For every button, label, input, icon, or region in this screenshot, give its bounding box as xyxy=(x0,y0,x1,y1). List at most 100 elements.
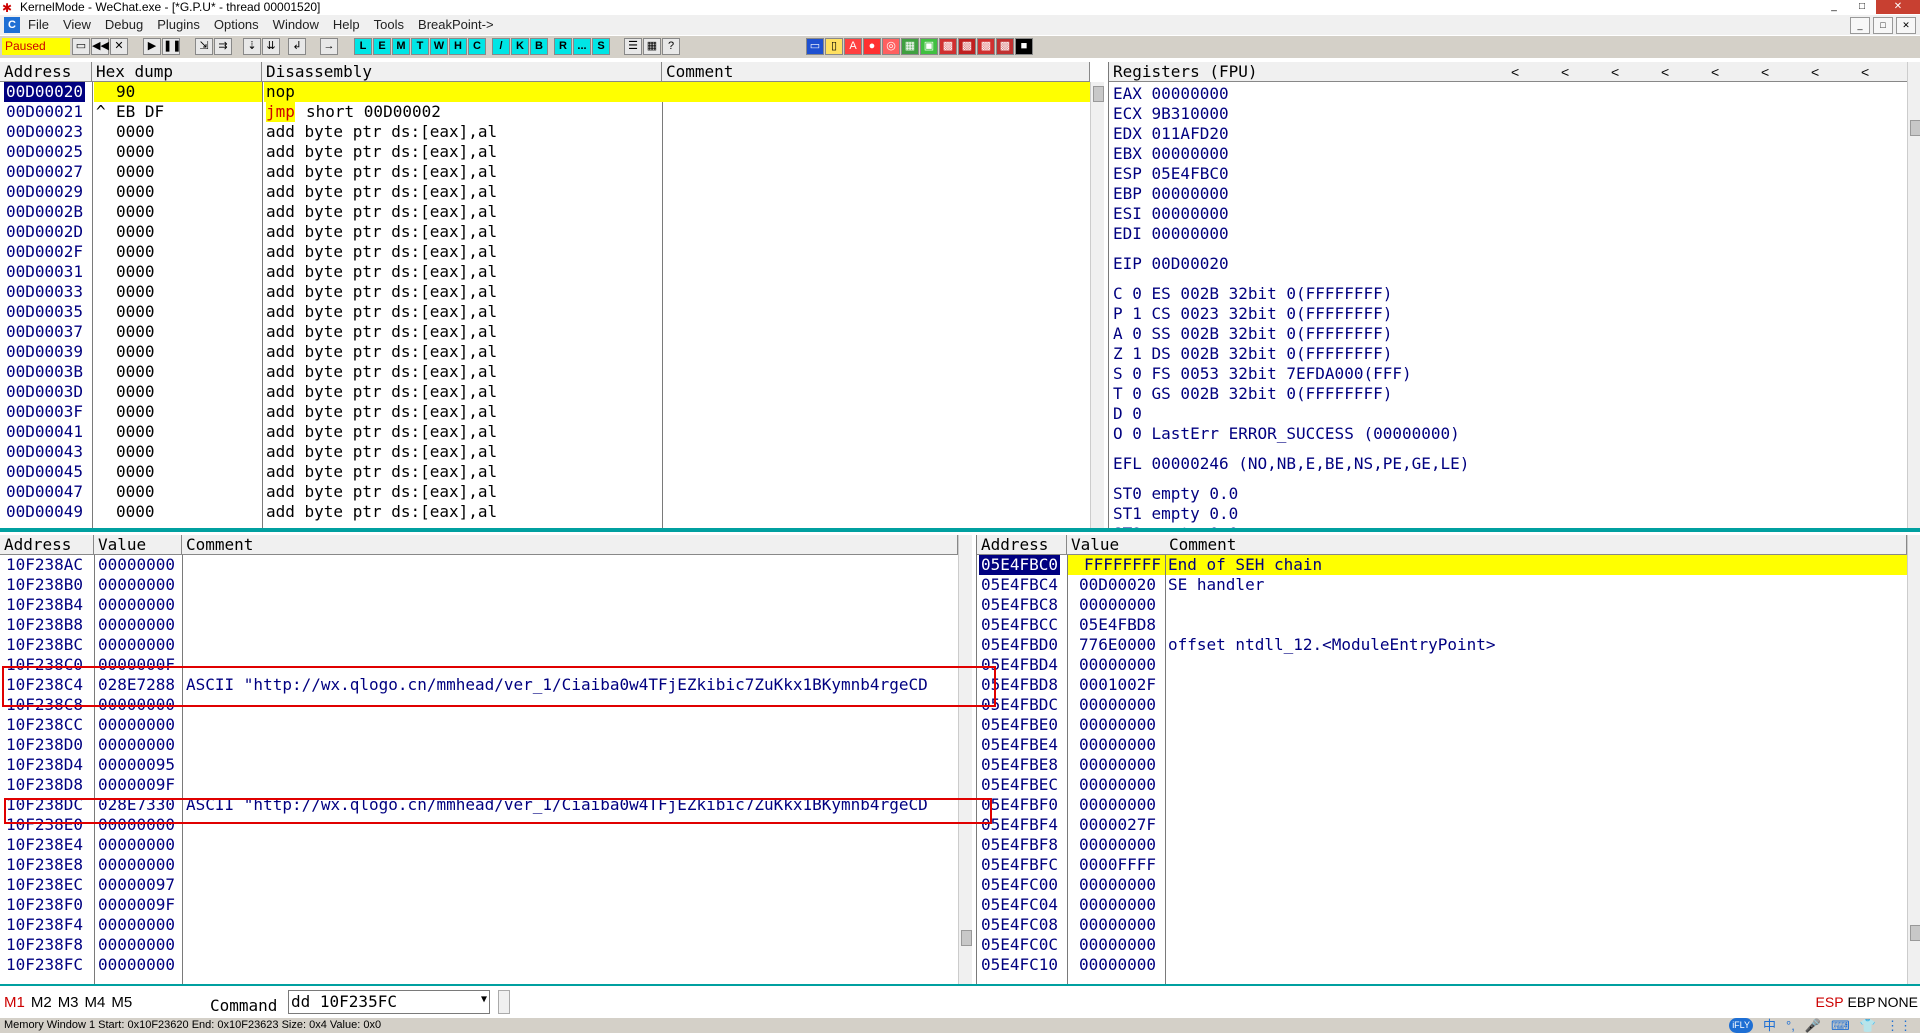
register-line[interactable]: S 0 FS 0053 32bit 7EFDA000(FFF) xyxy=(1113,364,1893,384)
disasm-row[interactable]: 00D0003F 0000 add byte ptr ds:[eax],al xyxy=(0,402,1090,422)
tab-m1[interactable]: M1 xyxy=(4,994,25,1011)
plugin-note-icon[interactable]: ▯ xyxy=(825,38,843,55)
plugin-a-icon[interactable]: A xyxy=(844,38,862,55)
ebp-tag[interactable]: EBP xyxy=(1848,994,1876,1010)
register-line[interactable]: ST0 empty 0.0 xyxy=(1113,484,1893,504)
stack-row[interactable]: 05E4FBC8 00000000 xyxy=(977,595,1907,615)
dump-scrollbar[interactable] xyxy=(958,535,972,984)
close-file-icon[interactable]: ✕ xyxy=(110,38,128,55)
tab-m5[interactable]: M5 xyxy=(111,994,132,1011)
run-icon[interactable]: ▶ xyxy=(143,38,161,55)
dump-row[interactable]: 10F238F4 00000000 xyxy=(0,915,958,935)
mdi-restore-button[interactable]: □ xyxy=(1873,17,1893,34)
source-button[interactable]: S xyxy=(592,38,610,55)
plugin-grid-icon[interactable]: ▦ xyxy=(901,38,919,55)
step-into-icon[interactable]: ⇲ xyxy=(195,38,213,55)
disasm-row[interactable]: 00D0002B 0000 add byte ptr ds:[eax],al xyxy=(0,202,1090,222)
scroll-left-icon[interactable]: < xyxy=(1811,62,1819,82)
register-line[interactable]: D 0 xyxy=(1113,404,1893,424)
none-tag[interactable]: NONE xyxy=(1878,994,1918,1010)
help-button[interactable]: ? xyxy=(662,38,680,55)
dump-row[interactable]: 10F238C4 028E7288 ASCII "http://wx.qlogo.c… xyxy=(0,675,958,695)
command-input[interactable]: dd 10F235FC xyxy=(291,992,397,1011)
stack-row[interactable]: 05E4FBE8 00000000 xyxy=(977,755,1907,775)
step-over-icon[interactable]: ⇉ xyxy=(214,38,232,55)
execute-till-return-icon[interactable]: ↲ xyxy=(288,38,306,55)
handles-button[interactable]: H xyxy=(449,38,467,55)
menu-view[interactable]: View xyxy=(63,15,91,35)
scroll-left-icon[interactable]: < xyxy=(1761,62,1769,82)
disasm-row[interactable]: 00D00047 0000 add byte ptr ds:[eax],al xyxy=(0,482,1090,502)
mdi-minimize-button[interactable]: _ xyxy=(1850,17,1870,34)
menu-file[interactable]: File xyxy=(28,15,49,35)
stack-row[interactable]: 05E4FC10 00000000 xyxy=(977,955,1907,975)
disasm-row[interactable]: 00D00043 0000 add byte ptr ds:[eax],al xyxy=(0,442,1090,462)
trace-into-icon[interactable]: ⇣ xyxy=(243,38,261,55)
disasm-row[interactable]: 00D0003D 0000 add byte ptr ds:[eax],al xyxy=(0,382,1090,402)
stack-row[interactable]: 05E4FBE4 00000000 xyxy=(977,735,1907,755)
call-stack-button[interactable]: K xyxy=(511,38,529,55)
plugin-red2-icon[interactable]: ▩ xyxy=(958,38,976,55)
disasm-row[interactable]: 00D00029 0000 add byte ptr ds:[eax],al xyxy=(0,182,1090,202)
windows-button[interactable]: W xyxy=(430,38,448,55)
disasm-row[interactable]: 00D00049 0000 add byte ptr ds:[eax],al xyxy=(0,502,1090,522)
disasm-row[interactable]: 00D00031 0000 add byte ptr ds:[eax],al xyxy=(0,262,1090,282)
menu-help[interactable]: Help xyxy=(333,15,360,35)
dump-row[interactable]: 10F238F0 0000009F xyxy=(0,895,958,915)
memory-button[interactable]: M xyxy=(392,38,410,55)
dump-row[interactable]: 10F238D0 00000000 xyxy=(0,735,958,755)
plugin-dot-icon[interactable]: ● xyxy=(863,38,881,55)
stack-row[interactable]: 05E4FC0C 00000000 xyxy=(977,935,1907,955)
command-combobox[interactable]: dd 10F235FC ▼ xyxy=(288,990,490,1014)
dump-row[interactable]: 10F238DC 028E7330 ASCII "http://wx.qlogo.c… xyxy=(0,795,958,815)
stack-row[interactable]: 05E4FBDC 00000000 xyxy=(977,695,1907,715)
register-line[interactable]: EAX 00000000 xyxy=(1113,84,1893,104)
stack-row[interactable]: 05E4FBC4 00D00020 SE handler xyxy=(977,575,1907,595)
stack-row[interactable]: 05E4FC00 00000000 xyxy=(977,875,1907,895)
disasm-row[interactable]: 00D00037 0000 add byte ptr ds:[eax],al xyxy=(0,322,1090,342)
tab-m2[interactable]: M2 xyxy=(31,994,52,1011)
threads-button[interactable]: T xyxy=(411,38,429,55)
list-icon[interactable]: ☰ xyxy=(624,38,642,55)
stack-row[interactable]: 05E4FBD8 0001002F xyxy=(977,675,1907,695)
dump-row[interactable]: 10F238BC 00000000 xyxy=(0,635,958,655)
ime-chinese-icon[interactable]: 中 xyxy=(1763,1018,1776,1033)
menu-tools[interactable]: Tools xyxy=(374,15,404,35)
dump-row[interactable]: 10F238D8 0000009F xyxy=(0,775,958,795)
microphone-icon[interactable]: 🎤 xyxy=(1805,1018,1821,1033)
dump-row[interactable]: 10F238AC 00000000 xyxy=(0,555,958,575)
dump-col-address[interactable]: Address xyxy=(0,535,94,555)
register-line[interactable]: ECX 9B310000 xyxy=(1113,104,1893,124)
keyboard-icon[interactable]: ⌨ xyxy=(1831,1018,1850,1033)
plugin-red-icon[interactable]: ▩ xyxy=(939,38,957,55)
skin-icon[interactable]: 👕 xyxy=(1860,1018,1876,1033)
disassembly-scrollbar[interactable] xyxy=(1090,82,1104,528)
scroll-left-icon[interactable]: < xyxy=(1861,62,1869,82)
plugin-target-icon[interactable]: ◎ xyxy=(882,38,900,55)
col-hex-dump[interactable]: Hex dump xyxy=(92,62,262,82)
dump-row[interactable]: 10F238B0 00000000 xyxy=(0,575,958,595)
cpu-button[interactable]: C xyxy=(468,38,486,55)
register-line[interactable]: P 1 CS 0023 32bit 0(FFFFFFFF) xyxy=(1113,304,1893,324)
register-line[interactable]: EBP 00000000 xyxy=(1113,184,1893,204)
dump-row[interactable]: 10F238CC 00000000 xyxy=(0,715,958,735)
breakpoints-button[interactable]: B xyxy=(530,38,548,55)
minimize-button[interactable]: _ xyxy=(1820,0,1848,14)
menu-breakpoint[interactable]: BreakPoint-> xyxy=(418,15,494,35)
stack-row[interactable]: 05E4FBFC 0000FFFF xyxy=(977,855,1907,875)
register-line[interactable]: EIP 00D00020 xyxy=(1113,254,1893,274)
close-button[interactable]: ✕ xyxy=(1876,0,1920,14)
modules-button[interactable]: E xyxy=(373,38,391,55)
stack-row[interactable]: 05E4FBD0 776E0000 offset ntdll_12.<ModuleE… xyxy=(977,635,1907,655)
register-line[interactable]: EDX 011AFD20 xyxy=(1113,124,1893,144)
stack-scrollbar[interactable] xyxy=(1907,535,1920,984)
dump-row[interactable]: 10F238B8 00000000 xyxy=(0,615,958,635)
menu-plugins[interactable]: Plugins xyxy=(157,15,200,35)
dump-row[interactable]: 10F238F8 00000000 xyxy=(0,935,958,955)
disasm-row[interactable]: 00D00035 0000 add byte ptr ds:[eax],al xyxy=(0,302,1090,322)
disasm-row[interactable]: 00D0002D 0000 add byte ptr ds:[eax],al xyxy=(0,222,1090,242)
scroll-left-icon[interactable]: < xyxy=(1511,62,1519,82)
register-line[interactable]: EDI 00000000 xyxy=(1113,224,1893,244)
dump-row[interactable]: 10F238E0 00000000 xyxy=(0,815,958,835)
run-trace-button[interactable]: ... xyxy=(573,38,591,55)
